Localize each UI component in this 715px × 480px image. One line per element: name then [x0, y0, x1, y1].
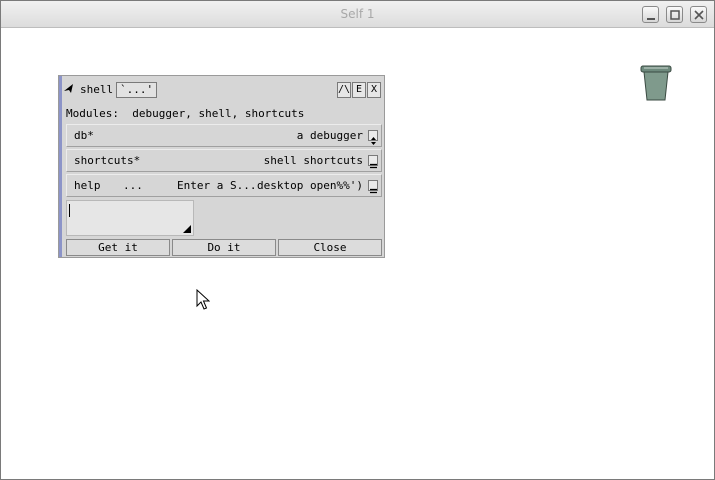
collapse-button[interactable]: /\ — [337, 82, 351, 98]
slot-value[interactable]: shell shortcuts — [264, 154, 363, 167]
window-title: Self 1 — [340, 7, 375, 21]
close-evaluator-button[interactable]: Close — [278, 239, 382, 256]
equals-icon[interactable] — [368, 155, 378, 169]
slot-name: shortcuts* — [74, 154, 141, 167]
slot-comment: Enter a S... — [177, 179, 257, 192]
app-window: Self 1 shell `...' /\ E X Modules: debug… — [0, 0, 715, 480]
evaluator-input[interactable] — [66, 200, 194, 236]
slot-name: db* — [74, 129, 94, 142]
maximize-button[interactable] — [666, 6, 683, 23]
do-it-button[interactable]: Do it — [172, 239, 276, 256]
get-it-button[interactable]: Get it — [66, 239, 170, 256]
outliner-edge-bar — [59, 76, 62, 257]
text-caret — [69, 204, 70, 217]
slot-db[interactable]: db* a debugger — [66, 124, 382, 147]
more-button[interactable]: `...' — [116, 82, 158, 98]
shell-outliner[interactable]: shell `...' /\ E X Modules: debugger, sh… — [58, 75, 385, 258]
mouse-pointer-icon — [196, 289, 210, 310]
modules-line: Modules: debugger, shell, shortcuts — [66, 107, 304, 120]
slot-value[interactable]: a debugger — [297, 129, 363, 142]
outliner-title: shell — [80, 83, 114, 96]
minimize-button[interactable] — [642, 6, 659, 23]
slot-ellipsis[interactable]: ... — [123, 179, 143, 192]
resize-handle-icon[interactable] — [183, 225, 191, 233]
slot-name: help — [74, 179, 101, 192]
world-desktop[interactable]: shell `...' /\ E X Modules: debugger, sh… — [2, 28, 714, 479]
trash-can-icon[interactable] — [638, 64, 674, 102]
close-button[interactable] — [690, 6, 707, 23]
evaluator-button[interactable]: E — [352, 82, 366, 98]
modules-label: Modules: — [66, 107, 119, 120]
dropdown-icon[interactable] — [368, 130, 378, 145]
title-bar[interactable]: Self 1 — [1, 1, 714, 28]
slot-help[interactable]: help ... Enter a S... desktop open%%') — [66, 174, 382, 197]
dismiss-button[interactable]: X — [367, 82, 381, 98]
expand-triangle-icon[interactable] — [63, 83, 75, 95]
modules-value: debugger, shell, shortcuts — [132, 107, 305, 120]
slot-value[interactable]: desktop open%%') — [257, 179, 363, 192]
slot-shortcuts[interactable]: shortcuts* shell shortcuts — [66, 149, 382, 172]
minimize-icon — [647, 18, 655, 20]
equals-icon[interactable] — [368, 180, 378, 194]
maximize-icon — [670, 10, 680, 20]
close-icon — [694, 10, 704, 20]
